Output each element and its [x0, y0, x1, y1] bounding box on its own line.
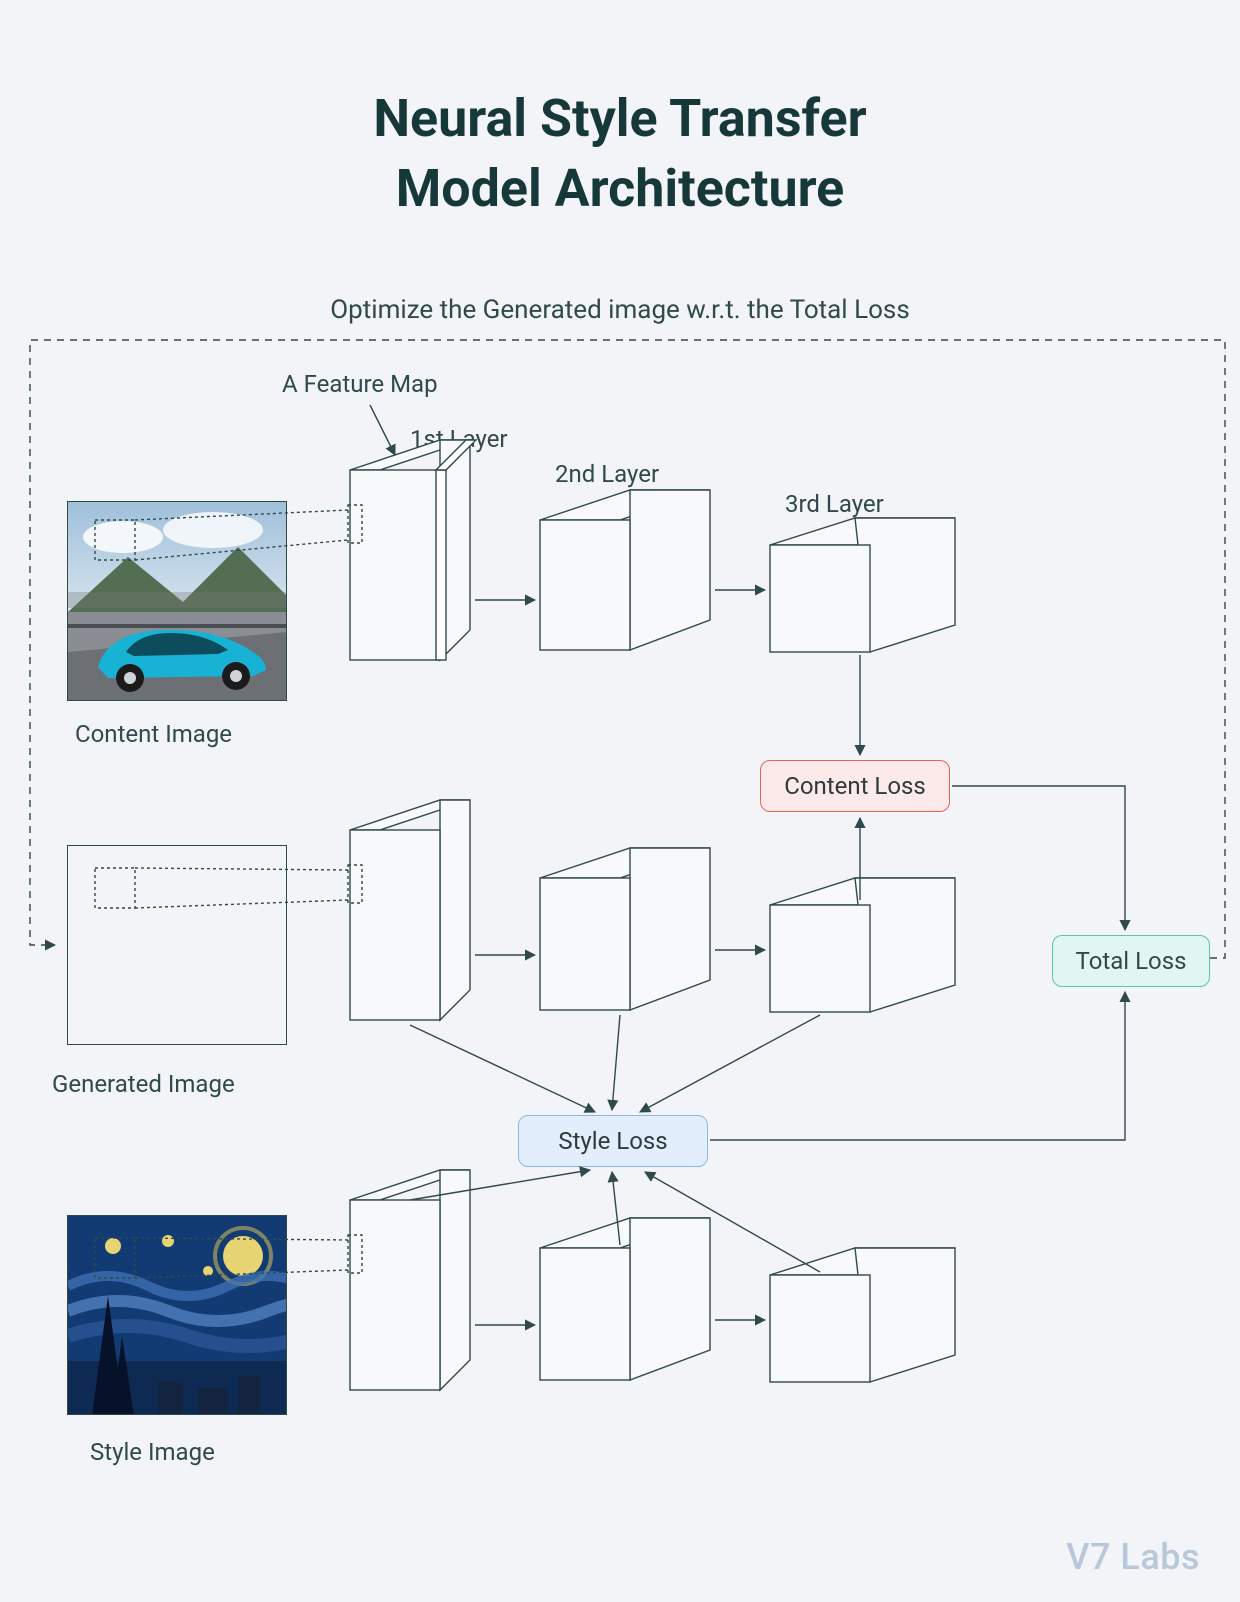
style-layer2 [540, 1218, 710, 1380]
generated-layer2 [540, 848, 710, 1010]
feature-map-arrow [370, 405, 395, 455]
style-layer1 [350, 1170, 470, 1390]
generated-layer3 [770, 878, 955, 1012]
content-layer2 [540, 490, 710, 650]
content-layer3 [770, 518, 955, 652]
style-layer3 [770, 1248, 955, 1382]
projection-lines [95, 505, 362, 1278]
content-layer1 [350, 440, 476, 660]
generated-layer1 [350, 800, 470, 1020]
architecture-diagram [0, 0, 1240, 1602]
